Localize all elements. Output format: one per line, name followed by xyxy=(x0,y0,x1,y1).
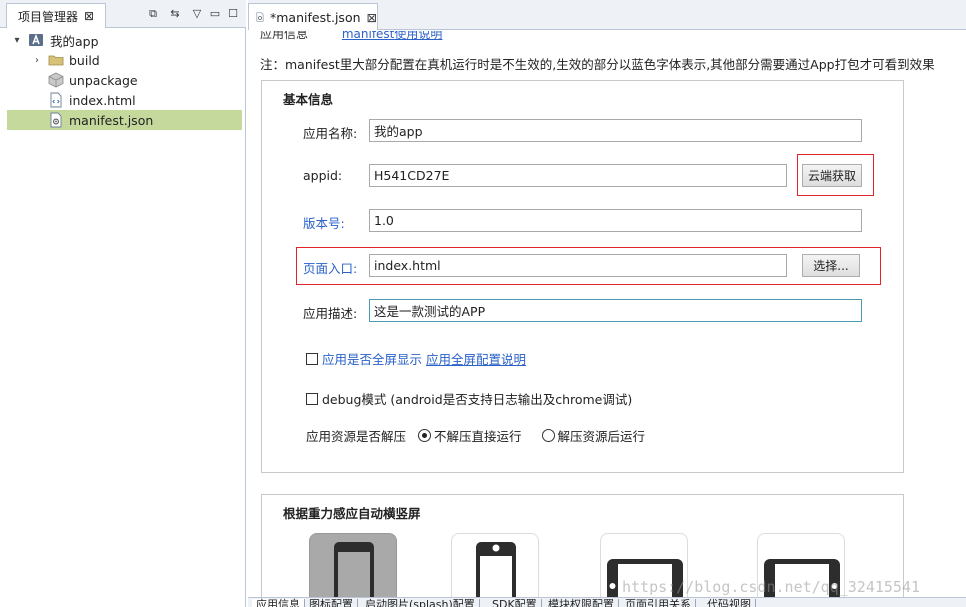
basic-info-section: 基本信息 应用名称: appid: 云端获取 版本号: 页面入口: 选择... … xyxy=(261,80,904,473)
maximize-icon[interactable]: ☐ xyxy=(226,7,240,21)
entry-page-input[interactable] xyxy=(369,254,787,277)
tree-item-index-html[interactable]: index.html xyxy=(0,90,245,110)
manifest-form: 应用信息 manifest使用说明 注：manifest里大部分配置在真机运行时… xyxy=(248,31,966,598)
cloud-fetch-button[interactable]: 云端获取 xyxy=(802,164,862,187)
fullscreen-help-link[interactable]: 应用全屏配置说明 xyxy=(426,349,526,368)
section-heading-cut: 应用信息 xyxy=(260,31,309,41)
project-manager-tab[interactable]: 项目管理器 ⊠ xyxy=(6,3,106,28)
project-manager-tabbar: 项目管理器 ⊠ ⧉ ⇆ ▽ ▭ ☐ xyxy=(0,0,246,28)
project-tree: ▾ 我的app › build unpackage index.html man… xyxy=(0,30,245,130)
phone-portrait-icon xyxy=(476,542,516,598)
tree-item-project[interactable]: ▾ 我的app xyxy=(0,30,245,50)
tree-item-label: unpackage xyxy=(69,72,138,88)
tree-item-label: 我的app xyxy=(50,33,99,49)
fullscreen-label: 应用是否全屏显示 xyxy=(322,352,423,367)
app-desc-input[interactable] xyxy=(369,299,862,322)
editor-tab-manifest[interactable]: *manifest.json ⊠ xyxy=(248,3,378,30)
settings-file-icon xyxy=(50,112,62,128)
minimize-icon[interactable]: ▭ xyxy=(208,7,222,21)
bottom-tab-page-refs[interactable]: 页面引用关系 xyxy=(621,599,696,607)
settings-file-icon xyxy=(256,12,264,22)
tree-item-unpackage[interactable]: unpackage xyxy=(0,70,245,90)
bottom-tab-app-info[interactable]: 应用信息 xyxy=(252,599,305,607)
cut-off-header: 应用信息 manifest使用说明 xyxy=(260,31,442,42)
section-title: 基本信息 xyxy=(283,92,334,107)
project-manager-tab-label: 项目管理器 xyxy=(18,9,79,24)
link-editor-icon[interactable]: ⇆ xyxy=(168,7,182,21)
version-input[interactable] xyxy=(369,209,862,232)
app-desc-label: 应用描述: xyxy=(303,306,358,321)
manifest-note: 注：manifest里大部分配置在真机运行时是不生效的,生效的部分以蓝色字体表示… xyxy=(260,57,935,72)
folder-icon xyxy=(48,55,64,66)
tree-item-label: index.html xyxy=(69,92,136,108)
bottom-tab-sdk[interactable]: SDK配置 xyxy=(488,599,542,607)
bottom-tab-permissions[interactable]: 模块权限配置 xyxy=(544,599,619,607)
unzip-yes-label: 解压资源后运行 xyxy=(557,429,646,444)
fullscreen-checkbox[interactable] xyxy=(306,352,318,365)
collapse-all-icon[interactable]: ⧉ xyxy=(146,7,160,21)
unzip-no-label: 不解压直接运行 xyxy=(434,429,522,444)
unzip-no-radio[interactable] xyxy=(418,429,432,442)
editor-tab-label: *manifest.json xyxy=(270,9,361,25)
appid-label: appid: xyxy=(303,168,343,183)
bottom-tab-icons[interactable]: 图标配置 xyxy=(305,599,358,607)
editor-panel: *manifest.json ⊠ 应用信息 manifest使用说明 注：man… xyxy=(248,0,966,607)
version-label: 版本号: xyxy=(303,216,345,231)
select-file-button[interactable]: 选择... xyxy=(802,254,860,277)
unzip-option-group: 应用资源是否解压 不解压直接运行 解压资源后运行 xyxy=(306,426,645,445)
editor-tabbar: *manifest.json ⊠ xyxy=(248,0,966,30)
tree-item-manifest-json[interactable]: manifest.json xyxy=(7,110,242,130)
landscape-primary-option[interactable] xyxy=(600,533,688,598)
appid-input[interactable] xyxy=(369,164,787,187)
tree-item-label: manifest.json xyxy=(69,112,154,128)
portrait-primary-option[interactable] xyxy=(309,533,397,598)
entry-page-label: 页面入口: xyxy=(303,261,358,276)
editor-bottom-tabs: 应用信息 图标配置 启动图片(splash)配置 SDK配置 模块权限配置 页面… xyxy=(248,597,966,607)
manifest-help-link[interactable]: manifest使用说明 xyxy=(342,31,443,41)
phone-landscape-icon xyxy=(764,559,840,598)
debug-checkbox[interactable] xyxy=(306,392,318,405)
phone-portrait-icon xyxy=(334,542,374,598)
project-manager-panel: 项目管理器 ⊠ ⧉ ⇆ ▽ ▭ ☐ ▾ 我的app › build unpack… xyxy=(0,0,246,607)
phone-landscape-icon xyxy=(607,559,683,598)
app-name-input[interactable] xyxy=(369,119,862,142)
bottom-tab-splash[interactable]: 启动图片(splash)配置 xyxy=(361,599,480,607)
app-name-label: 应用名称: xyxy=(303,126,358,141)
app-project-icon xyxy=(29,33,43,46)
section-title: 根据重力感应自动横竖屏 xyxy=(283,506,421,521)
orientation-section: 根据重力感应自动横竖屏 xyxy=(261,494,904,598)
fullscreen-option[interactable]: 应用是否全屏显示 应用全屏配置说明 xyxy=(306,349,526,368)
tree-item-label: build xyxy=(69,52,100,68)
unzip-label: 应用资源是否解压 xyxy=(306,429,407,444)
chevron-right-icon[interactable]: › xyxy=(31,55,43,66)
view-menu-icon[interactable]: ▽ xyxy=(190,7,204,21)
close-icon[interactable]: ⊠ xyxy=(367,10,377,25)
tree-item-build[interactable]: › build xyxy=(0,50,245,70)
debug-option[interactable]: debug模式 (android是否支持日志输出及chrome调试) xyxy=(306,389,632,408)
html-file-icon xyxy=(50,92,62,108)
bottom-tab-code-view[interactable]: 代码视图 xyxy=(703,599,756,607)
landscape-secondary-option[interactable] xyxy=(757,533,845,598)
chevron-down-icon[interactable]: ▾ xyxy=(11,35,23,46)
portrait-secondary-option[interactable] xyxy=(451,533,539,598)
unzip-yes-radio[interactable] xyxy=(541,429,555,442)
package-icon xyxy=(48,72,64,88)
close-icon[interactable]: ⊠ xyxy=(84,9,94,23)
debug-label: debug模式 (android是否支持日志输出及chrome调试) xyxy=(322,392,633,407)
